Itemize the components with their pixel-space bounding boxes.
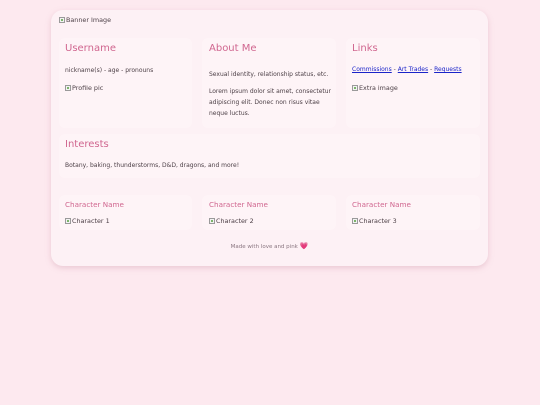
broken-image-icon xyxy=(59,17,65,23)
username-subtitle: nickname(s) - age - pronouns xyxy=(65,67,154,74)
about-identity: Sexual identity, relationship status, et… xyxy=(209,71,329,78)
broken-image-icon xyxy=(352,85,358,91)
profile-pic: Profile pic xyxy=(65,84,103,92)
links-title: Links xyxy=(352,43,378,54)
links-row: Commissions - Art Trades - Requests xyxy=(352,66,462,73)
commissions-link[interactable]: Commissions xyxy=(352,66,392,73)
interests-panel xyxy=(59,134,480,178)
footer: Made with love and pink 💗 xyxy=(51,242,488,250)
broken-image-icon xyxy=(65,218,71,224)
extra-image-alt: Extra image xyxy=(359,84,398,92)
extra-image: Extra image xyxy=(352,84,398,92)
character-image-3: Character 3 xyxy=(352,217,397,225)
about-title: About Me xyxy=(209,43,257,54)
requests-link[interactable]: Requests xyxy=(434,66,462,73)
about-lorem-1: Lorem ipsum dolor sit amet, consectetur xyxy=(209,88,332,95)
character-image-2: Character 2 xyxy=(209,217,254,225)
broken-image-icon xyxy=(209,218,215,224)
art-trades-link[interactable]: Art Trades xyxy=(398,66,428,73)
about-lorem-2: adipiscing elit. Donec non risus vitae xyxy=(209,99,320,106)
character-image-1-alt: Character 1 xyxy=(72,217,110,225)
about-lorem-3: neque luctus. xyxy=(209,110,250,117)
character-image-2-alt: Character 2 xyxy=(216,217,254,225)
banner-image: Banner Image xyxy=(59,16,111,24)
character-name-3: Character Name xyxy=(352,200,411,209)
broken-image-icon xyxy=(352,218,358,224)
interests-title: Interests xyxy=(65,139,109,150)
heart-icon: 💗 xyxy=(299,242,309,250)
interests-text: Botany, baking, thunderstorms, D&D, drag… xyxy=(65,162,240,169)
character-name-1: Character Name xyxy=(65,200,124,209)
username-title: Username xyxy=(65,43,116,54)
character-image-3-alt: Character 3 xyxy=(359,217,397,225)
footer-text: Made with love and pink xyxy=(230,244,298,250)
character-name-2: Character Name xyxy=(209,200,268,209)
banner-image-alt: Banner Image xyxy=(66,16,112,24)
profile-pic-alt: Profile pic xyxy=(72,84,104,92)
character-image-1: Character 1 xyxy=(65,217,110,225)
broken-image-icon xyxy=(65,85,71,91)
